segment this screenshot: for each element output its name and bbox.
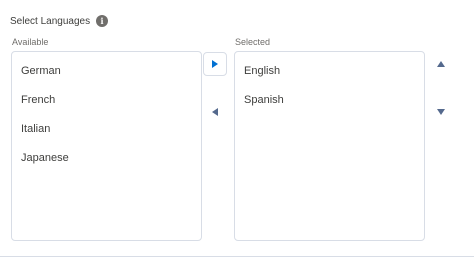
list-item-german[interactable]: German [12,63,201,92]
field-title: Select Languages [10,15,91,27]
list-item-spanish[interactable]: Spanish [235,92,424,121]
down-arrow-icon [437,109,445,115]
up-arrow-icon [437,61,445,67]
available-listbox[interactable]: German French Italian Japanese [11,51,202,241]
list-item-french[interactable]: French [12,92,201,121]
move-down-button[interactable] [430,101,452,123]
list-item-italian[interactable]: Italian [12,121,201,150]
right-arrow-icon [212,60,218,68]
list-item-japanese[interactable]: Japanese [12,150,201,179]
available-label: Available [12,37,49,47]
move-to-available-button[interactable] [203,100,227,124]
list-item-english[interactable]: English [235,63,424,92]
field-header: Select Languages i [10,15,109,27]
left-arrow-icon [212,108,218,116]
selected-listbox[interactable]: English Spanish [234,51,425,241]
bottom-divider [0,256,474,257]
selected-label: Selected [235,37,271,47]
move-up-button[interactable] [430,53,452,75]
info-icon[interactable]: i [96,15,109,27]
move-to-selected-button[interactable] [203,52,227,76]
